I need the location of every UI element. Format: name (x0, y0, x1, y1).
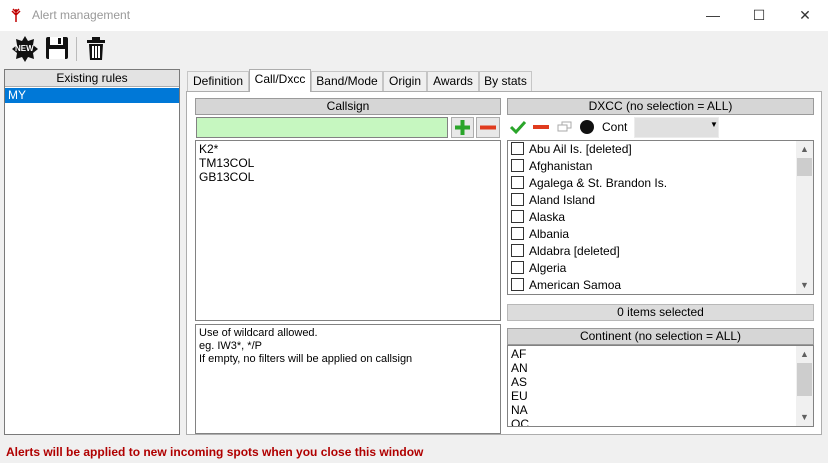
continent-item[interactable]: NA (511, 403, 528, 417)
tab-by-stats[interactable]: By stats (479, 71, 532, 91)
continent-item[interactable]: AN (511, 361, 528, 375)
dxcc-header: DXCC (no selection = ALL) (507, 98, 814, 115)
selected-count: 0 items selected (507, 304, 814, 321)
checkbox[interactable] (511, 176, 524, 189)
save-button[interactable] (44, 35, 72, 63)
tab-definition[interactable]: Definition (187, 71, 249, 91)
checkbox[interactable] (511, 193, 524, 206)
continent-dropdown[interactable]: ▼ (634, 117, 719, 138)
dxcc-item[interactable]: American Samoa (511, 277, 621, 294)
toolbar: NEW (0, 31, 828, 65)
help-line: eg. IW3*, */P (199, 340, 262, 352)
title-bar: Alert management — ☐ ✕ (0, 0, 828, 31)
select-all-button[interactable] (509, 119, 527, 135)
deselect-all-button[interactable] (532, 119, 550, 135)
list-item[interactable]: TM13COL (199, 156, 254, 170)
trash-icon (87, 37, 105, 60)
minus-icon (480, 125, 496, 130)
add-callsign-button[interactable] (451, 117, 474, 138)
dxcc-item[interactable]: Alaska (511, 209, 565, 226)
list-item[interactable]: K2* (199, 142, 218, 156)
scroll-up-icon[interactable]: ▲ (796, 141, 813, 158)
maximize-button[interactable]: ☐ (736, 0, 782, 31)
dxcc-item-label: Aldabra [deleted] (529, 244, 620, 258)
checkbox[interactable] (511, 278, 524, 291)
save-icon (46, 37, 68, 59)
rule-item[interactable]: MY (5, 88, 179, 103)
scroll-down-icon[interactable]: ▼ (796, 409, 813, 426)
tab-call-dxcc[interactable]: Call/Dxcc (249, 69, 311, 92)
antenna-icon (8, 7, 24, 23)
plus-icon (455, 120, 470, 135)
dxcc-item-label: Alaska (529, 210, 566, 224)
compass-icon (580, 120, 594, 134)
scroll-thumb[interactable] (797, 363, 812, 396)
dxcc-item[interactable]: Afghanistan (511, 158, 592, 175)
callsign-header: Callsign (195, 98, 501, 115)
new-label: NEW (15, 44, 34, 53)
close-button[interactable]: ✕ (782, 0, 828, 31)
callsign-help: Use of wildcard allowed. eg. IW3*, */P I… (195, 324, 501, 434)
rules-header: Existing rules (5, 70, 179, 87)
dxcc-item-label: American Samoa (529, 278, 622, 292)
continent-list[interactable]: AF AN AS EU NA OC ▲ ▼ (507, 345, 814, 427)
checkbox[interactable] (511, 210, 524, 223)
dxcc-item[interactable]: Albania (511, 226, 569, 243)
checkbox[interactable] (511, 244, 524, 257)
check-icon (509, 120, 527, 135)
continent-item[interactable]: AS (511, 375, 527, 389)
callsign-input[interactable] (196, 117, 448, 138)
dxcc-item-label: Aland Island (529, 193, 596, 207)
dxcc-item-label: Agalega & St. Brandon Is. (529, 176, 668, 190)
dxcc-list[interactable]: Abu Ail Is. [deleted] Afghanistan Agaleg… (507, 140, 814, 295)
help-line: Use of wildcard allowed. (199, 327, 318, 339)
new-rule-button[interactable]: NEW (11, 35, 39, 63)
scroll-up-icon[interactable]: ▲ (796, 346, 813, 363)
checkbox[interactable] (511, 227, 524, 240)
checkbox[interactable] (511, 142, 524, 155)
dxcc-item-label: Algeria (529, 261, 567, 275)
continent-item[interactable]: OC (511, 417, 529, 426)
toolbar-separator (76, 37, 77, 61)
window-title: Alert management (32, 8, 131, 22)
copy-button[interactable] (556, 119, 574, 135)
dxcc-item[interactable]: Agalega & St. Brandon Is. (511, 175, 667, 192)
callsign-list[interactable]: K2* TM13COL GB13COL (195, 140, 501, 321)
dxcc-scrollbar[interactable]: ▲ ▼ (796, 141, 813, 294)
tab-band-mode[interactable]: Band/Mode (311, 71, 383, 91)
dxcc-item-label: Abu Ail Is. [deleted] (529, 142, 632, 156)
dxcc-item[interactable]: Aland Island (511, 192, 595, 209)
list-item[interactable]: GB13COL (199, 170, 254, 184)
dxcc-item[interactable]: Algeria (511, 260, 566, 277)
remove-callsign-button[interactable] (476, 117, 500, 138)
tab-origin[interactable]: Origin (383, 71, 427, 91)
checkbox[interactable] (511, 261, 524, 274)
scroll-down-icon[interactable]: ▼ (796, 277, 813, 294)
cont-label: Cont (602, 120, 628, 134)
help-line: If empty, no filters will be applied on … (199, 353, 413, 365)
tab-awards[interactable]: Awards (427, 71, 479, 91)
status-message: Alerts will be applied to new incoming s… (6, 445, 424, 459)
rules-panel: Existing rules MY (4, 69, 180, 435)
dxcc-item[interactable]: Abu Ail Is. [deleted] (511, 141, 632, 158)
continent-header: Continent (no selection = ALL) (507, 328, 814, 345)
copy-icon (557, 121, 572, 132)
dxcc-item[interactable]: Aldabra [deleted] (511, 243, 620, 260)
dxcc-item-label: Albania (529, 227, 570, 241)
continent-item[interactable]: AF (511, 347, 526, 361)
checkbox[interactable] (511, 159, 524, 172)
minimize-button[interactable]: — (690, 0, 736, 31)
continent-item[interactable]: EU (511, 389, 528, 403)
scroll-thumb[interactable] (797, 158, 812, 176)
minus-icon (533, 125, 549, 129)
dxcc-item-label: Afghanistan (529, 159, 593, 173)
continent-scrollbar[interactable]: ▲ ▼ (796, 346, 813, 426)
continent-filter-icon (579, 119, 595, 135)
chevron-down-icon: ▼ (710, 120, 718, 129)
delete-rule-button[interactable] (83, 35, 111, 63)
